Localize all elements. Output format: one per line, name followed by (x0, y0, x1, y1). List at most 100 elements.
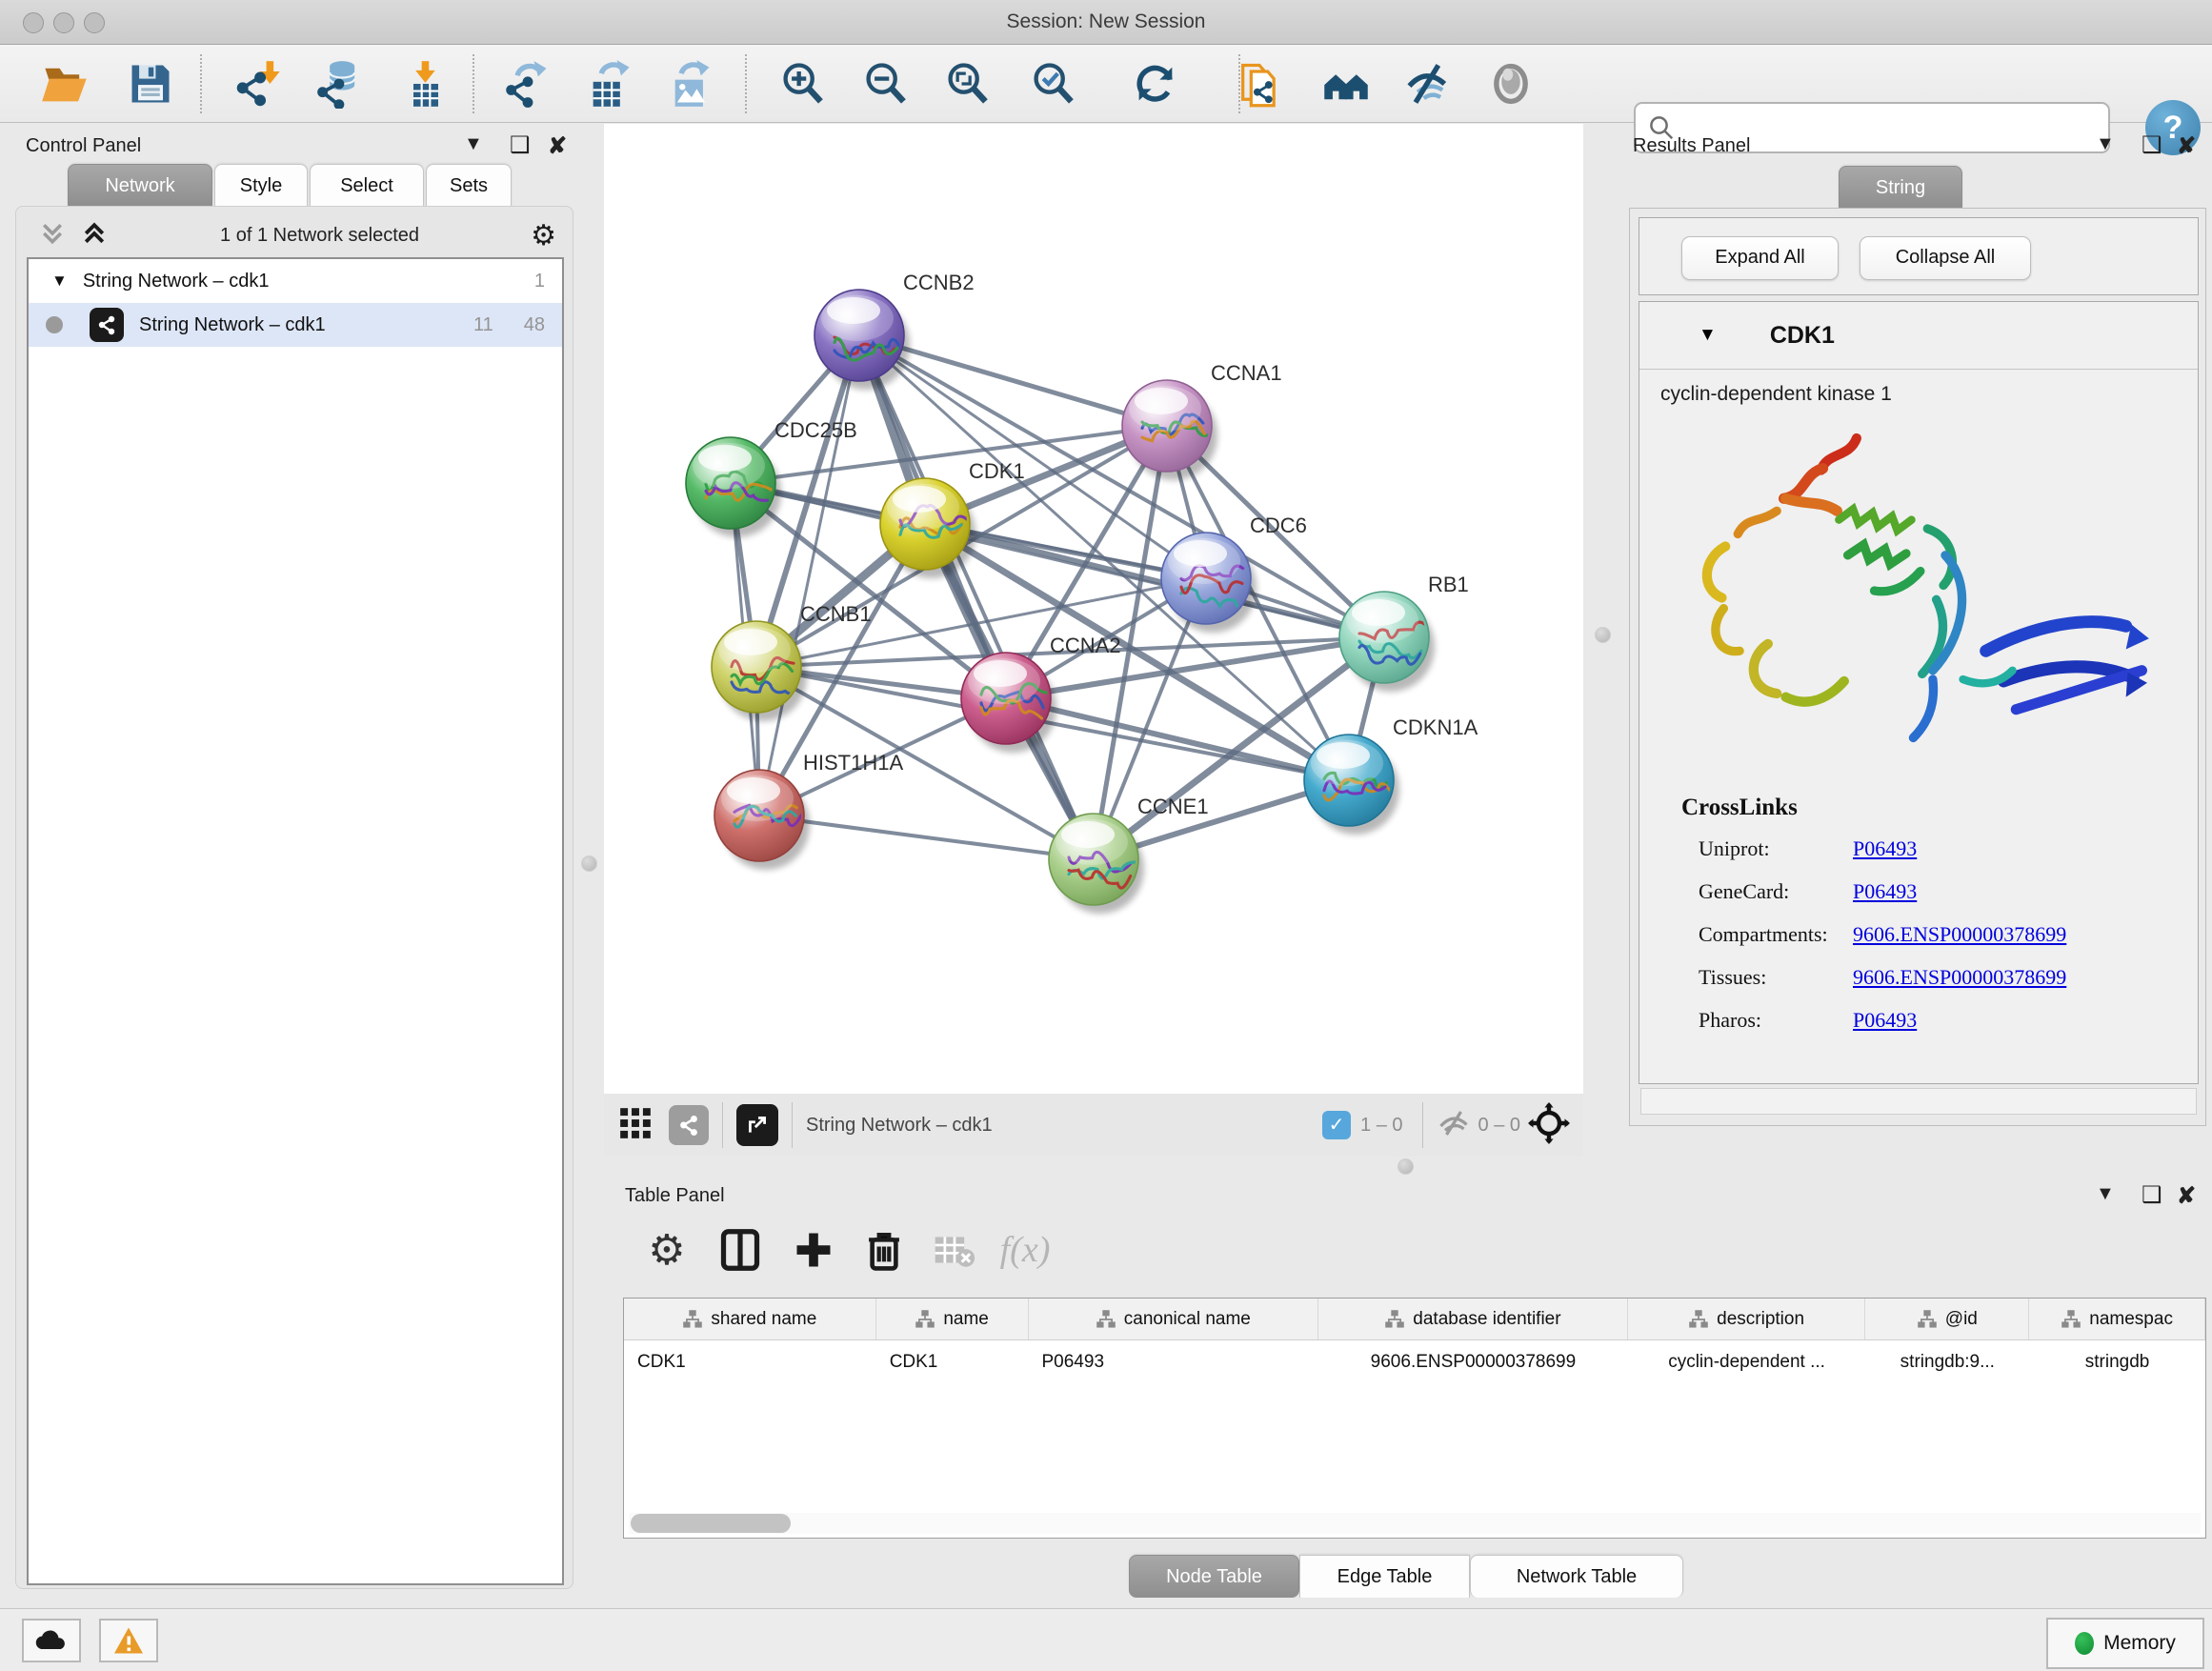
tab-select[interactable]: Select (310, 164, 424, 207)
crosslink-link[interactable]: P06493 (1853, 879, 1917, 904)
entry-name: CDK1 (1770, 322, 1835, 350)
control-panel-maximize-icon[interactable]: ❑ (510, 131, 531, 159)
cloud-status-button[interactable] (22, 1619, 81, 1662)
crosslink-link[interactable]: P06493 (1853, 836, 1917, 861)
column-header-label: namespac (2089, 1309, 2173, 1330)
collapse-all-button[interactable]: Collapse All (1860, 236, 2031, 280)
network-node-CDK1[interactable] (880, 478, 975, 578)
create-column-icon[interactable] (785, 1221, 842, 1278)
results-panel-float-icon[interactable]: ▼ (2096, 133, 2115, 155)
results-panel-close-icon[interactable]: ✘ (2177, 132, 2196, 160)
show-graphics-details-icon[interactable] (1482, 56, 1539, 111)
tab-sets[interactable]: Sets (426, 164, 512, 207)
memory-button[interactable]: Memory (2046, 1618, 2204, 1669)
main-toolbar: ? (0, 45, 2212, 123)
detach-view-icon[interactable] (736, 1104, 778, 1146)
zoom-selected-icon[interactable] (1025, 56, 1082, 111)
collection-expand-icon[interactable]: ▼ (51, 272, 68, 291)
network-node-CDKN1A[interactable] (1304, 735, 1399, 835)
network-current-dot (46, 316, 63, 333)
network-canvas[interactable]: CCNB2CCNA1CDC25BCDK1CDC6RB1CCNB1CCNA2CDK… (604, 124, 1583, 1094)
bottom-splitter-handle[interactable] (1398, 1158, 1414, 1175)
grid-view-icon[interactable] (617, 1105, 654, 1146)
network-node-HIST1H1A[interactable] (714, 770, 810, 870)
column-header--id[interactable]: @id (1865, 1299, 2029, 1339)
apply-preferred-layout-icon[interactable] (1127, 56, 1184, 111)
export-image-icon[interactable] (663, 56, 720, 111)
network-icon (90, 308, 124, 342)
hidden-eye-icon (1437, 1109, 1471, 1142)
birdseye-crosshair-icon[interactable] (1528, 1102, 1570, 1149)
table-panel-maximize-icon[interactable]: ❑ (2142, 1181, 2162, 1209)
tab-edge-table[interactable]: Edge Table (1299, 1555, 1470, 1598)
network-node-CDC25B[interactable] (686, 437, 781, 537)
zoom-fit-content-icon[interactable] (939, 56, 996, 111)
crosslink-label: Tissues: (1699, 965, 1853, 990)
hide-selected-icon[interactable] (1399, 56, 1457, 111)
show-columns-icon[interactable] (712, 1221, 769, 1278)
network-edge-CCNB2-HIST1H1A[interactable] (759, 335, 859, 815)
import-network-from-database-icon[interactable] (312, 56, 369, 111)
table-options-gear-icon[interactable]: ⚙ (638, 1221, 695, 1278)
expand-all-networks-icon[interactable] (80, 220, 109, 252)
control-panel-float-icon[interactable]: ▼ (464, 133, 483, 155)
crosslink-link[interactable]: 9606.ENSP00000378699 (1853, 965, 2066, 990)
crosslink-link[interactable]: P06493 (1853, 1008, 1917, 1033)
collapse-all-networks-icon[interactable] (38, 220, 67, 252)
table-panel-float-icon[interactable]: ▼ (2096, 1183, 2115, 1205)
tab-network-table[interactable]: Network Table (1470, 1555, 1683, 1598)
selected-count: 1 – 0 (1360, 1115, 1402, 1137)
tab-string[interactable]: String (1839, 166, 1962, 209)
tab-network[interactable]: Network (68, 164, 212, 207)
expand-all-button[interactable]: Expand All (1681, 236, 1839, 280)
zoom-out-icon[interactable] (857, 56, 915, 111)
zoom-in-icon[interactable] (774, 56, 832, 111)
table-horizontal-scrollbar[interactable] (629, 1513, 2201, 1534)
save-session-icon[interactable] (122, 56, 179, 111)
network-row[interactable]: String Network – cdk1 11 48 (29, 303, 562, 347)
table-panel-close-icon[interactable]: ✘ (2177, 1182, 2196, 1210)
delete-column-trash-icon[interactable] (855, 1221, 913, 1278)
network-edge-CCNA2-CDKN1A[interactable] (1006, 698, 1349, 780)
share-document-icon[interactable] (1231, 56, 1288, 111)
import-table-from-file-icon[interactable] (397, 56, 454, 111)
cloud-icon (34, 1628, 69, 1653)
network-node-CDC6[interactable] (1161, 533, 1257, 633)
network-node-CCNA2[interactable] (961, 653, 1056, 753)
column-header-database-identifier[interactable]: database identifier (1318, 1299, 1628, 1339)
import-network-from-file-icon[interactable] (231, 56, 288, 111)
control-panel-close-icon[interactable]: ✘ (548, 132, 567, 160)
tab-style[interactable]: Style (214, 164, 308, 207)
entry-collapse-icon[interactable]: ▼ (1699, 325, 1717, 346)
tab-node-table[interactable]: Node Table (1129, 1555, 1299, 1598)
right-splitter-handle[interactable] (1595, 627, 1611, 643)
left-splitter-handle[interactable] (581, 856, 597, 872)
column-header-name[interactable]: name (876, 1299, 1029, 1339)
results-scrollbar[interactable] (1640, 1088, 2197, 1115)
network-view-icon[interactable] (669, 1105, 709, 1145)
column-header-canonical-name[interactable]: canonical name (1029, 1299, 1319, 1339)
network-collection-row[interactable]: ▼ String Network – cdk1 1 (29, 259, 562, 303)
network-edge-CCNB2-CCNE1[interactable] (859, 335, 1094, 859)
selected-checkbox-icon[interactable]: ✓ (1322, 1111, 1351, 1139)
results-panel-maximize-icon[interactable]: ❑ (2142, 131, 2162, 159)
column-header-namespac[interactable]: namespac (2029, 1299, 2205, 1339)
table-scrollbar-thumb[interactable] (631, 1514, 791, 1533)
crosslink-row: Tissues:9606.ENSP00000378699 (1699, 956, 2198, 998)
open-session-icon[interactable] (36, 56, 93, 111)
table-row[interactable]: CDK1CDK1P064939606.ENSP00000378699cyclin… (624, 1340, 2205, 1384)
export-network-icon[interactable] (499, 56, 556, 111)
network-node-CCNA1[interactable] (1122, 380, 1217, 480)
crosslink-label: Compartments: (1699, 922, 1853, 947)
export-table-icon[interactable] (581, 56, 638, 111)
column-header-description[interactable]: description (1628, 1299, 1866, 1339)
network-node-RB1[interactable] (1339, 592, 1435, 692)
warnings-button[interactable] (99, 1619, 158, 1662)
crosslink-link[interactable]: 9606.ENSP00000378699 (1853, 922, 2066, 947)
network-node-CCNB2[interactable] (814, 290, 910, 390)
network-options-gear-icon[interactable]: ⚙ (531, 219, 556, 252)
node-label-CCNB2: CCNB2 (903, 271, 975, 294)
network-home-icon[interactable] (1317, 56, 1375, 111)
column-header-shared-name[interactable]: shared name (624, 1299, 876, 1339)
crosslinks-title: CrossLinks (1639, 795, 2198, 821)
